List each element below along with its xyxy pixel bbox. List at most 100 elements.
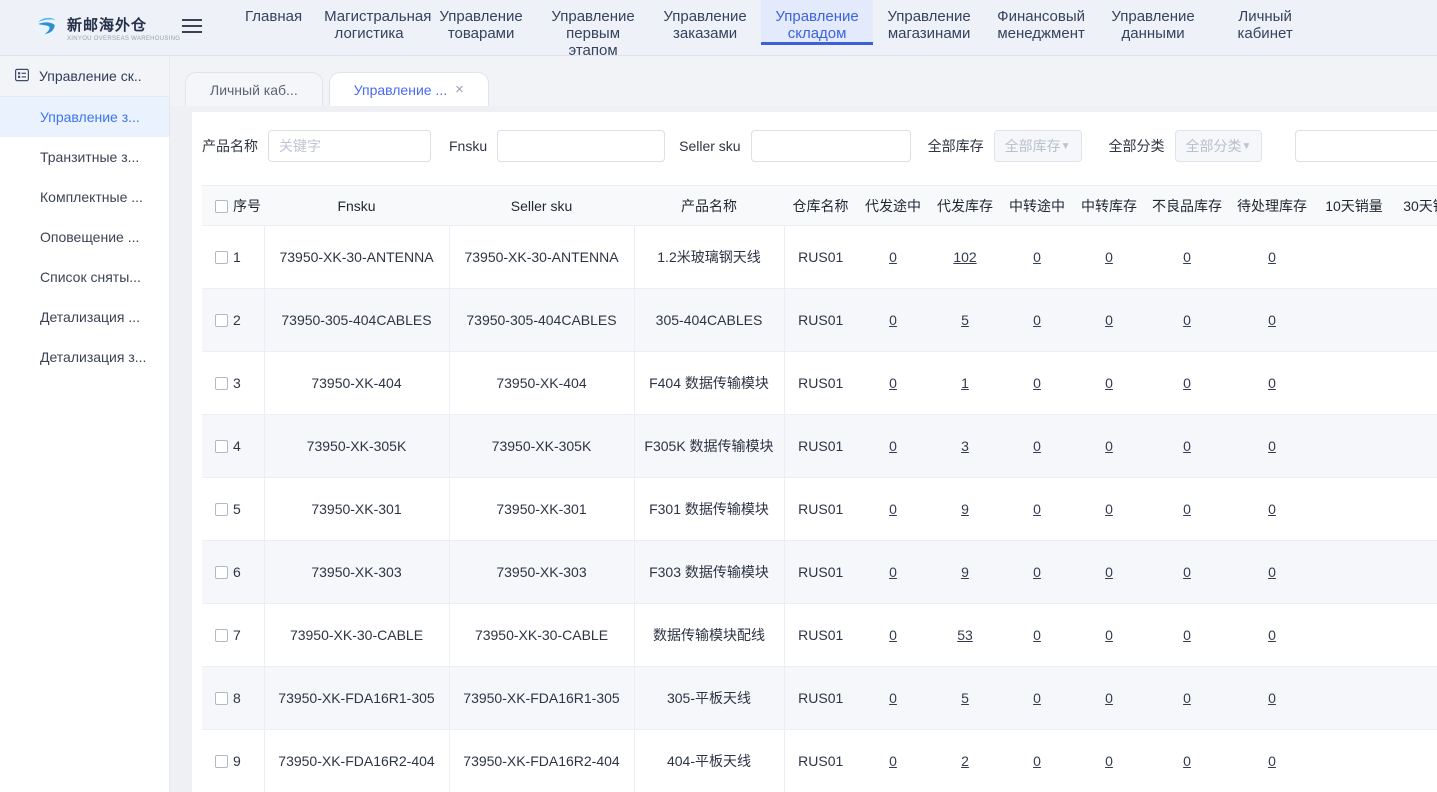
stock-link[interactable]: 0 [1183,312,1191,328]
stock-select[interactable]: 全部库存 ▼ [994,130,1082,162]
sidebar-header[interactable]: Управление ск.. [0,56,169,97]
stock-link[interactable]: 0 [1183,375,1191,391]
stock-link[interactable]: 0 [1105,627,1113,643]
seller-sku-input[interactable] [751,130,911,162]
sales-30d-cell [1393,730,1437,792]
stock-link[interactable]: 0 [1033,249,1041,265]
stock-link[interactable]: 0 [1268,690,1276,706]
stock-link[interactable]: 0 [1183,753,1191,769]
stock-link[interactable]: 0 [889,627,897,643]
select-all-checkbox[interactable] [215,200,228,213]
stock-link[interactable]: 0 [1183,627,1191,643]
stock-link[interactable]: 0 [889,438,897,454]
stock-link[interactable]: 0 [1268,627,1276,643]
stock-link[interactable]: 9 [961,564,969,580]
menu-collapse-icon[interactable] [182,19,202,55]
stock-link[interactable]: 0 [1268,249,1276,265]
sidebar-item[interactable]: Оповещение ... [0,217,169,257]
stock-link[interactable]: 0 [1105,690,1113,706]
stock-link[interactable]: 0 [889,375,897,391]
sales-10d-cell [1315,289,1393,352]
stock-link[interactable]: 0 [889,249,897,265]
stock-cell: 3 [929,415,1001,478]
stock-link[interactable]: 0 [1183,564,1191,580]
nav-item[interactable]: Личный кабинет [1209,0,1321,45]
nav-item[interactable]: Управление первым этапом [537,0,649,45]
product-name-input[interactable] [268,130,431,162]
stock-link[interactable]: 0 [1268,564,1276,580]
stock-link[interactable]: 0 [1105,753,1113,769]
nav-item[interactable]: Управление данными [1097,0,1209,45]
stock-link[interactable]: 1 [961,375,969,391]
stock-link[interactable]: 0 [1105,249,1113,265]
row-checkbox[interactable] [215,440,228,453]
category-filter-label: 全部分类 [1109,136,1165,156]
stock-link[interactable]: 0 [1268,375,1276,391]
row-checkbox[interactable] [215,251,228,264]
nav-item[interactable]: Управление товарами [425,0,537,45]
stock-link[interactable]: 0 [1105,312,1113,328]
nav-item[interactable]: Финансовый менеджмент [985,0,1097,45]
stock-link[interactable]: 0 [1268,501,1276,517]
sidebar-item[interactable]: Список сняты... [0,257,169,297]
stock-link[interactable]: 0 [889,501,897,517]
stock-link[interactable]: 0 [1105,375,1113,391]
sidebar-item[interactable]: Детализация з... [0,337,169,377]
stock-link[interactable]: 0 [1033,753,1041,769]
row-checkbox[interactable] [215,755,228,768]
stock-link[interactable]: 0 [1105,438,1113,454]
stock-link[interactable]: 3 [961,438,969,454]
stock-link[interactable]: 0 [1268,438,1276,454]
category-select[interactable]: 全部分类 ▼ [1175,130,1263,162]
stock-link[interactable]: 0 [1268,753,1276,769]
nav-item[interactable]: Управление складом [761,0,873,45]
nav-item[interactable]: Управление магазинами [873,0,985,45]
extra-filter-input[interactable] [1295,130,1437,162]
stock-link[interactable]: 0 [889,690,897,706]
stock-link[interactable]: 0 [1033,690,1041,706]
stock-link[interactable]: 0 [1105,501,1113,517]
stock-link[interactable]: 53 [957,627,973,643]
view-tab[interactable]: Личный каб... [185,72,323,106]
nav-item[interactable]: Магистральная логистика [313,0,425,45]
stock-link[interactable]: 0 [1033,375,1041,391]
stock-link[interactable]: 0 [1033,312,1041,328]
view-tab[interactable]: Управление ...× [329,72,489,106]
sidebar-item[interactable]: Управление з... [0,97,169,137]
stock-link[interactable]: 0 [889,753,897,769]
sidebar-item[interactable]: Комплектные ... [0,177,169,217]
stock-link[interactable]: 0 [1033,627,1041,643]
row-checkbox[interactable] [215,503,228,516]
close-icon[interactable]: × [455,82,464,97]
fnsku-cell: 73950-XK-FDA16R1-305 [264,667,449,730]
stock-link[interactable]: 0 [1033,438,1041,454]
stock-cell: 0 [1145,478,1229,541]
nav-item[interactable]: Управление заказами [649,0,761,45]
row-checkbox[interactable] [215,692,228,705]
stock-link[interactable]: 0 [1183,438,1191,454]
stock-link[interactable]: 5 [961,312,969,328]
stock-link[interactable]: 0 [1183,501,1191,517]
stock-link[interactable]: 0 [1033,564,1041,580]
stock-link[interactable]: 5 [961,690,969,706]
row-checkbox[interactable] [215,314,228,327]
row-checkbox[interactable] [215,566,228,579]
stock-link[interactable]: 0 [1268,312,1276,328]
stock-link[interactable]: 2 [961,753,969,769]
stock-link[interactable]: 0 [1183,690,1191,706]
seller-sku-cell: 73950-305-404CABLES [449,289,634,352]
table-row: 173950-XK-30-ANTENNA73950-XK-30-ANTENNA1… [202,226,1437,289]
stock-link[interactable]: 0 [889,312,897,328]
sidebar-item[interactable]: Детализация ... [0,297,169,337]
stock-link[interactable]: 0 [889,564,897,580]
stock-link[interactable]: 9 [961,501,969,517]
stock-link[interactable]: 0 [1033,501,1041,517]
stock-link[interactable]: 0 [1183,249,1191,265]
stock-link[interactable]: 102 [953,249,976,265]
row-checkbox[interactable] [215,629,228,642]
stock-link[interactable]: 0 [1105,564,1113,580]
nav-item[interactable]: Главная [234,0,313,45]
fnsku-input[interactable] [497,130,665,162]
row-checkbox[interactable] [215,377,228,390]
sidebar-item[interactable]: Транзитные з... [0,137,169,177]
